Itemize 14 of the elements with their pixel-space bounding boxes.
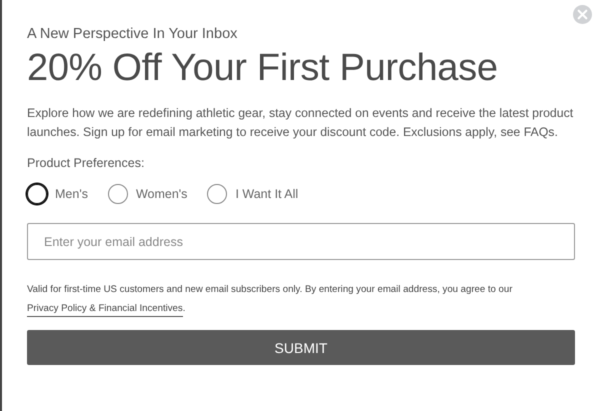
description: Explore how we are redefining athletic gear, stay connected on events and receive the latest product launches. Sign up for email marketing to receive your discount code. Exclusions apply, see FAQs. — [27, 105, 574, 141]
email-field[interactable]: Enter your email address — [27, 223, 575, 260]
preferences-label: Product Preferences: — [27, 156, 146, 170]
heading: 20% Off Your First Purchase — [27, 46, 499, 90]
radio-button[interactable] — [27, 184, 47, 204]
option-label: I Want It All — [235, 187, 298, 201]
radio-button[interactable] — [207, 184, 228, 204]
submit-button[interactable]: SUBMIT — [27, 330, 575, 365]
option-label: Men's — [55, 187, 88, 201]
radio-button[interactable] — [108, 184, 128, 204]
privacy-link[interactable]: Privacy Policy & Financial Incentives — [27, 303, 183, 317]
option-label: Women's — [136, 187, 188, 201]
disclaimer-text: Valid for first-time US customers and new email subscribers only. By entering your email address, you agree to our Privacy Policy & Financial Incentives. — [27, 280, 577, 318]
subtitle: A New Perspective In Your Inbox — [27, 26, 238, 42]
